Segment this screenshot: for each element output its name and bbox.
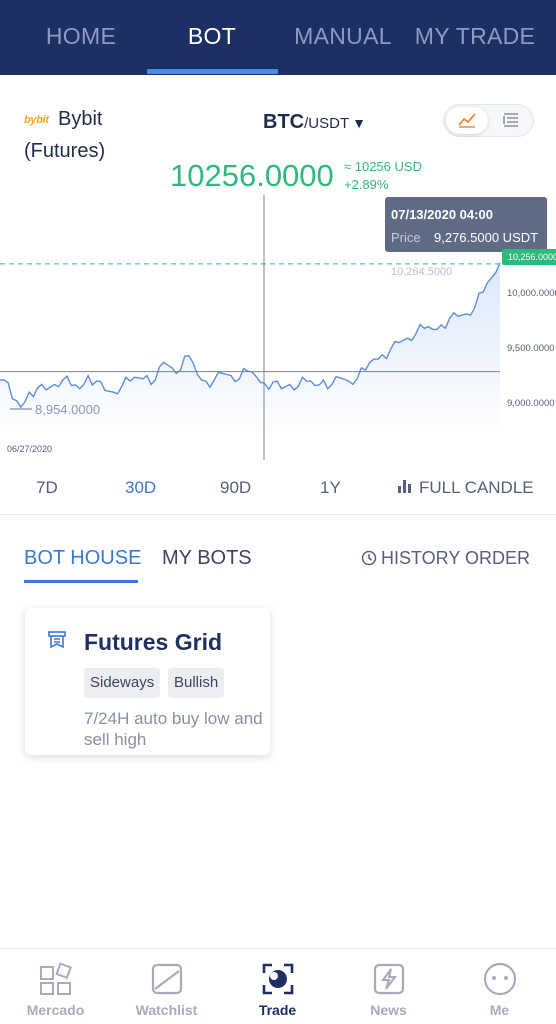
nav-label-news: News xyxy=(370,1002,407,1018)
last-price-tag: 10,256.0000 xyxy=(502,249,556,265)
x-date-label: 06/27/2020 xyxy=(7,444,52,454)
exchange-name: Bybit xyxy=(58,108,103,130)
tooltip-label: Price xyxy=(391,230,421,245)
tab-bot-house[interactable]: BOT HOUSE xyxy=(24,547,141,570)
min-price-label: 8,954.0000 xyxy=(35,402,100,417)
tab-my-bots[interactable]: MY BOTS xyxy=(162,547,252,570)
bot-tab-indicator xyxy=(24,580,138,583)
exchange-type: (Futures) xyxy=(24,140,106,162)
full-candle-label: FULL CANDLE xyxy=(419,478,534,497)
profile-icon xyxy=(483,962,517,996)
y-tick-label: 9,000.0000 xyxy=(507,398,555,409)
chart-view-toggle xyxy=(443,104,534,137)
range-7d[interactable]: 7D xyxy=(36,478,58,498)
last-price: 10256.0000 xyxy=(170,158,334,193)
divider xyxy=(0,514,556,515)
tab-manual[interactable]: MANUAL xyxy=(278,0,408,75)
list-icon xyxy=(503,113,518,127)
range-30d[interactable]: 30D xyxy=(125,478,156,498)
futures-grid-card[interactable]: Futures Grid Sideways Bullish 7/24H auto… xyxy=(25,608,270,755)
history-order-label: HISTORY ORDER xyxy=(381,548,531,568)
tooltip-date: 07/13/2020 04:00 xyxy=(391,207,493,222)
partial-price-label: 10,264.5000 xyxy=(391,266,452,278)
pair-quote: /USDT xyxy=(304,115,350,132)
active-tab-indicator xyxy=(147,69,278,74)
nav-label-trade: Trade xyxy=(258,1002,297,1018)
bar-chart-icon xyxy=(398,480,411,493)
line-chart-icon xyxy=(458,113,476,128)
card-title: Futures Grid xyxy=(84,629,223,655)
range-1y[interactable]: 1Y xyxy=(320,478,341,498)
tag-bullish: Bullish xyxy=(168,668,225,698)
tag-sideways: Sideways xyxy=(84,668,161,698)
nav-mercado[interactable]: Mercado xyxy=(0,949,111,1024)
tab-bot[interactable]: BOT xyxy=(147,0,277,75)
pair-selector[interactable]: BTC/USDT ▼ xyxy=(263,111,366,134)
card-description: 7/24H auto buy low and sell high xyxy=(84,709,263,749)
receipt-icon xyxy=(48,631,66,649)
tab-home[interactable]: HOME xyxy=(16,0,146,75)
line-chart-toggle[interactable] xyxy=(446,107,488,134)
history-order-button[interactable]: HISTORY ORDER xyxy=(361,548,530,569)
bybit-logo: bybit xyxy=(24,114,49,126)
nav-label-mercado: Mercado xyxy=(26,1002,85,1018)
price-change-block: ≈ 10256 USD +2.89% xyxy=(344,158,422,194)
clock-icon xyxy=(361,550,377,566)
list-toggle[interactable] xyxy=(490,107,532,134)
top-nav: HOME BOT MANUAL MY TRADE xyxy=(0,0,556,75)
price-change: +2.89% xyxy=(344,177,389,192)
tab-my-trade[interactable]: MY TRADE xyxy=(410,0,540,75)
bottom-nav: Mercado Watchlist Trade News Me xyxy=(0,948,556,1024)
tooltip-value: 9,276.5000 USDT xyxy=(434,230,539,245)
pair-base: BTC xyxy=(263,111,305,133)
full-candle-button[interactable]: FULL CANDLE xyxy=(397,478,534,498)
grid-icon xyxy=(40,962,72,995)
watchlist-icon xyxy=(151,963,183,995)
approx-usd: ≈ 10256 USD xyxy=(344,159,422,174)
nav-trade[interactable]: Trade xyxy=(222,949,333,1024)
range-90d[interactable]: 90D xyxy=(220,478,251,498)
y-tick-label: 10,000.0000 xyxy=(507,288,556,299)
nav-label-watchlist: Watchlist xyxy=(135,1002,198,1018)
nav-watchlist[interactable]: Watchlist xyxy=(111,949,222,1024)
trade-icon xyxy=(262,963,294,995)
chart-tooltip: 07/13/2020 04:00 Price 9,276.5000 USDT xyxy=(385,197,547,252)
nav-me[interactable]: Me xyxy=(444,949,555,1024)
caret-down-icon: ▼ xyxy=(352,115,366,131)
news-icon xyxy=(373,963,405,995)
nav-label-me: Me xyxy=(489,1002,510,1018)
y-tick-label: 9,500.0000 xyxy=(507,343,555,354)
nav-news[interactable]: News xyxy=(333,949,444,1024)
